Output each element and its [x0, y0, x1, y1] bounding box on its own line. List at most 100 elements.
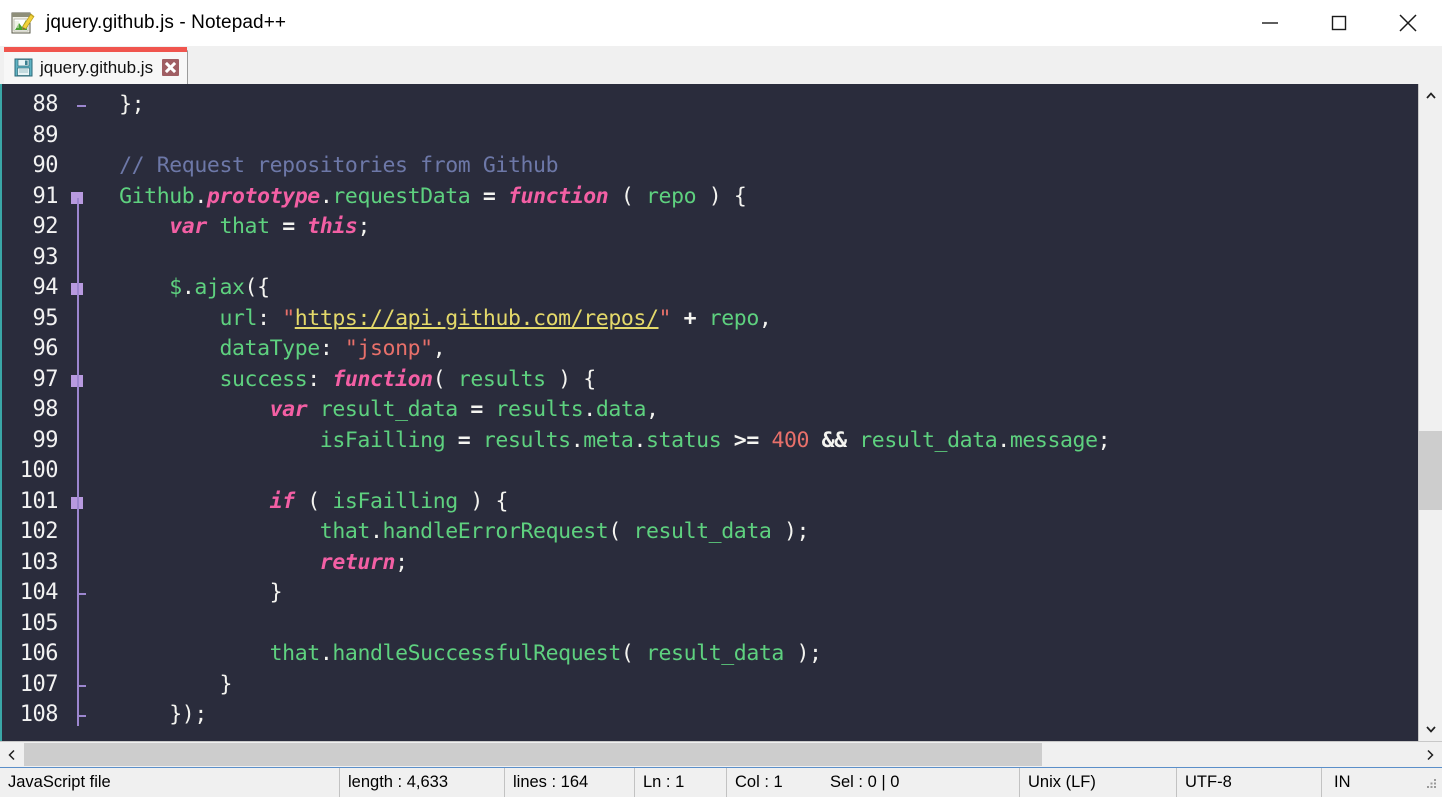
minimize-icon — [1258, 11, 1282, 35]
status-col: Col : 1 — [727, 768, 822, 797]
scroll-left-arrow[interactable] — [0, 742, 24, 768]
code-line[interactable]: isFailling = results.meta.status >= 400 … — [94, 426, 1418, 457]
fold-empty — [64, 121, 90, 152]
token-id: result_data — [646, 641, 784, 666]
status-eol: Unix (LF) — [1020, 768, 1177, 797]
code-line[interactable] — [94, 243, 1418, 274]
code-line[interactable]: // Request repositories from Github — [94, 151, 1418, 182]
token-plain: : — [320, 336, 345, 361]
scroll-up-arrow[interactable] — [1419, 84, 1442, 108]
tab-bar: jquery.github.js — [0, 46, 1442, 84]
token-kw: return — [320, 550, 395, 575]
code-line[interactable]: Github.prototype.requestData = function … — [94, 182, 1418, 213]
status-sel: Sel : 0 | 0 — [822, 768, 1020, 797]
code-line[interactable]: $.ajax({ — [94, 273, 1418, 304]
token-plain — [94, 367, 219, 392]
code-line[interactable]: that.handleSuccessfulRequest( result_dat… — [94, 639, 1418, 670]
token-kw: var — [270, 397, 308, 422]
token-op: = — [483, 184, 496, 209]
code-line[interactable]: success: function( results ) { — [94, 365, 1418, 396]
line-number: 99 — [2, 426, 64, 457]
token-plain: : — [257, 306, 282, 331]
line-number: 101 — [2, 487, 64, 518]
token-id: meta — [583, 428, 633, 453]
token-plain: ( — [433, 367, 458, 392]
token-plain: . — [997, 428, 1010, 453]
vertical-scroll-track[interactable] — [1419, 108, 1442, 717]
token-plain — [759, 428, 772, 453]
line-number: 93 — [2, 243, 64, 274]
token-plain — [470, 428, 483, 453]
token-plain: ); — [784, 641, 822, 666]
token-plain: ; — [1098, 428, 1111, 453]
scroll-right-arrow[interactable] — [1418, 742, 1442, 768]
line-number: 92 — [2, 212, 64, 243]
code-folding-margin[interactable] — [64, 84, 90, 741]
token-plain — [94, 336, 219, 361]
token-str: "jsonp" — [345, 336, 433, 361]
line-number: 95 — [2, 304, 64, 335]
line-number: 96 — [2, 334, 64, 365]
code-line[interactable]: return; — [94, 548, 1418, 579]
editor-surface[interactable]: 8889909192939495969798991001011021031041… — [2, 84, 1418, 741]
status-length: length : 4,633 — [340, 768, 505, 797]
token-kw: if — [270, 489, 295, 514]
token-plain — [847, 428, 860, 453]
token-plain — [721, 428, 734, 453]
code-line[interactable]: } — [94, 670, 1418, 701]
editor-tab-jquery-github-js[interactable]: jquery.github.js — [4, 50, 188, 84]
token-op: = — [282, 214, 295, 239]
code-line[interactable] — [94, 456, 1418, 487]
token-plain — [671, 306, 684, 331]
token-plain: ( — [295, 489, 333, 514]
token-op: && — [822, 428, 847, 453]
code-line[interactable] — [94, 609, 1418, 640]
line-number: 108 — [2, 700, 64, 731]
token-plain — [307, 397, 320, 422]
token-id: isFailling — [332, 489, 457, 514]
horizontal-scroll-track[interactable] — [24, 742, 1418, 768]
vertical-scrollbar[interactable] — [1418, 84, 1442, 741]
code-line[interactable]: }; — [94, 90, 1418, 121]
token-plain: . — [320, 184, 333, 209]
code-line[interactable]: if ( isFailling ) { — [94, 487, 1418, 518]
token-kw: function — [332, 367, 432, 392]
resize-grip-icon[interactable] — [1423, 775, 1439, 791]
code-line[interactable]: dataType: "jsonp", — [94, 334, 1418, 365]
code-line[interactable]: var result_data = results.data, — [94, 395, 1418, 426]
token-com: // Request repositories from Github — [94, 153, 558, 178]
code-line[interactable]: }); — [94, 700, 1418, 731]
line-number: 90 — [2, 151, 64, 182]
token-plain: }; — [94, 92, 144, 117]
token-plain — [207, 214, 220, 239]
tab-close-icon[interactable] — [162, 59, 179, 76]
editor-area: 8889909192939495969798991001011021031041… — [0, 84, 1442, 741]
code-text[interactable]: }; // Request repositories from Github G… — [90, 84, 1418, 741]
close-button[interactable] — [1373, 0, 1442, 46]
token-plain: ); — [771, 519, 809, 544]
vertical-scroll-thumb[interactable] — [1419, 431, 1442, 510]
code-line[interactable]: } — [94, 578, 1418, 609]
horizontal-scrollbar[interactable] — [0, 741, 1442, 767]
horizontal-scroll-thumb[interactable] — [24, 743, 1042, 766]
token-plain: ; — [357, 214, 370, 239]
token-id: results — [458, 367, 546, 392]
token-id: data — [596, 397, 646, 422]
token-id: success — [219, 367, 307, 392]
line-number: 88 — [2, 90, 64, 121]
code-line[interactable]: var that = this; — [94, 212, 1418, 243]
code-line[interactable]: url: "https://api.github.com/repos/" + r… — [94, 304, 1418, 335]
minimize-button[interactable] — [1235, 0, 1304, 46]
line-number: 102 — [2, 517, 64, 548]
token-plain: ( — [608, 184, 646, 209]
token-plain: . — [583, 397, 596, 422]
token-id: $ — [169, 275, 182, 300]
token-id: dataType — [219, 336, 319, 361]
maximize-button[interactable] — [1304, 0, 1373, 46]
code-line[interactable] — [94, 121, 1418, 152]
token-link[interactable]: https://api.github.com/repos/ — [295, 306, 659, 331]
code-line[interactable]: that.handleErrorRequest( result_data ); — [94, 517, 1418, 548]
line-number: 100 — [2, 456, 64, 487]
scroll-down-arrow[interactable] — [1419, 717, 1442, 741]
token-plain: , — [759, 306, 772, 331]
